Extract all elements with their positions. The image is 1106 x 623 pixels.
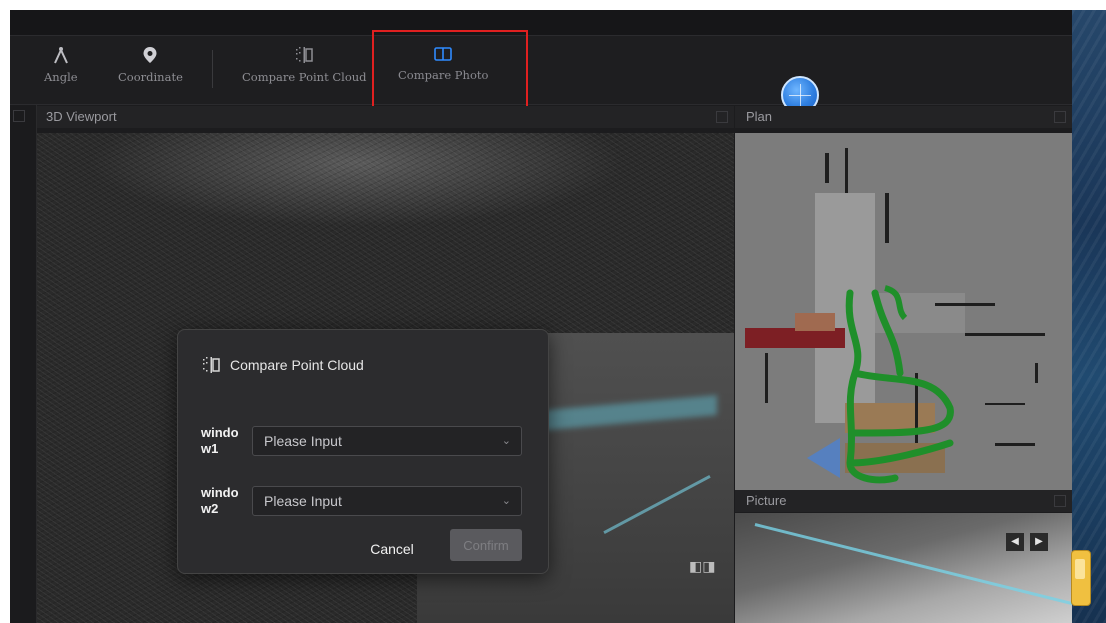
tool-label: Coordinate	[118, 70, 183, 84]
window1-label: window1	[201, 425, 239, 456]
compare-point-cloud-dialog: Compare Point Cloud window1 Please Input…	[177, 329, 549, 574]
chevron-down-icon: ⌄	[501, 435, 511, 447]
dialog-title: Compare Point Cloud	[230, 357, 364, 373]
picture-light-stripe	[754, 523, 1072, 606]
tool-label: Angle	[44, 70, 78, 84]
window2-label: window2	[201, 485, 239, 516]
angle-tool-button[interactable]: Angle	[44, 46, 78, 84]
picture-title: Picture	[746, 493, 787, 508]
toolbar-divider	[212, 50, 213, 88]
viewport-header: 3D Viewport	[37, 106, 734, 128]
picture-prev-button[interactable]: ◀	[1006, 533, 1024, 551]
viewport-compare-icon[interactable]: ◧◨	[689, 558, 715, 575]
maximize-icon[interactable]	[1054, 495, 1066, 507]
collapse-icon[interactable]	[13, 110, 25, 122]
toolbar: Angle Coordinate Compare Point Cloud Com…	[10, 36, 1072, 114]
picture-next-button[interactable]: ▶	[1030, 533, 1048, 551]
confirm-button[interactable]: Confirm	[450, 529, 522, 561]
app-window: Angle Coordinate Compare Point Cloud Com…	[10, 10, 1106, 623]
picture-header: Picture	[735, 490, 1072, 512]
chevron-down-icon: ⌄	[501, 495, 511, 507]
side-drawer-tab[interactable]	[1071, 550, 1091, 606]
cancel-button[interactable]: Cancel	[362, 538, 422, 560]
plan-header: Plan	[735, 106, 1072, 128]
window1-placeholder: Please Input	[264, 433, 342, 449]
angle-icon	[53, 47, 68, 64]
dialog-title-row: Compare Point Cloud	[202, 356, 364, 374]
maximize-icon[interactable]	[716, 111, 728, 123]
viewport-title: 3D Viewport	[46, 109, 117, 124]
window2-placeholder: Please Input	[264, 493, 342, 509]
maximize-icon[interactable]	[1054, 111, 1066, 123]
plan-map-drawing	[745, 148, 1045, 484]
plan-view[interactable]	[735, 133, 1072, 490]
compare-point-cloud-icon	[296, 47, 314, 63]
left-gutter	[10, 105, 37, 623]
window2-select[interactable]: Please Input ⌄	[252, 486, 522, 516]
picture-view: ◀ ▶	[735, 513, 1072, 623]
window1-select[interactable]: Please Input ⌄	[252, 426, 522, 456]
compare-photo-highlight-box	[372, 30, 528, 118]
tool-label: Compare Point Cloud	[242, 70, 367, 84]
coordinate-tool-button[interactable]: Coordinate	[118, 46, 183, 84]
compare-point-cloud-icon	[203, 357, 220, 373]
background-desktop-strip	[1072, 10, 1106, 623]
title-bar	[10, 10, 1072, 36]
compare-point-cloud-tool-button[interactable]: Compare Point Cloud	[242, 46, 367, 84]
location-pin-icon	[143, 47, 157, 63]
plan-title: Plan	[746, 109, 773, 124]
